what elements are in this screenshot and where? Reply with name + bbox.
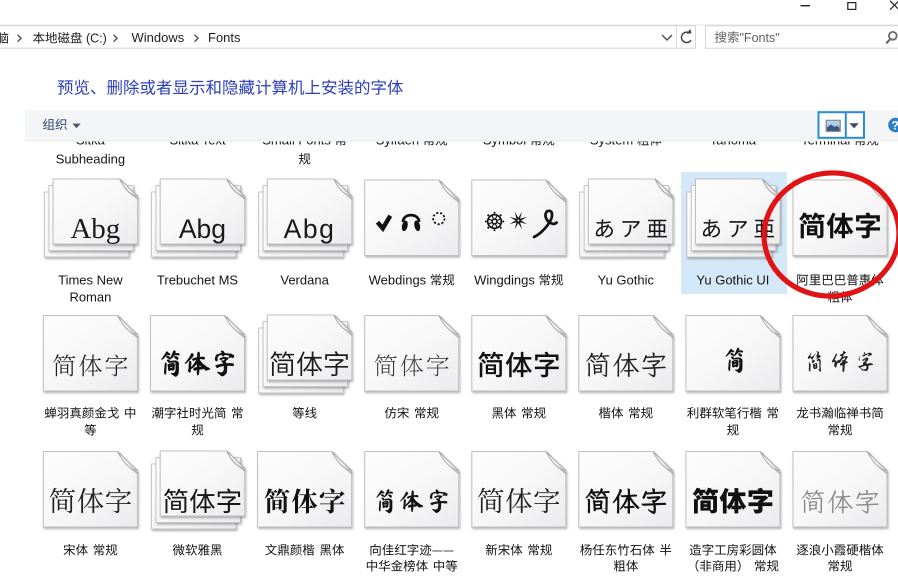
svg-text:Windows: Windows [132,30,185,45]
svg-text:Abg: Abg [284,214,336,244]
svg-text:"Fonts": "Fonts" [740,31,780,45]
svg-text:Yu Gothic UI: Yu Gothic UI [696,273,769,288]
svg-text:Subheading: Subheading [56,152,125,167]
svg-text:Fonts: Fonts [208,30,241,45]
svg-text:Wingdings: Wingdings [474,273,535,288]
svg-text:Webdings: Webdings [369,273,427,288]
svg-text:Roman: Roman [69,290,111,305]
svg-text:?: ? [892,119,898,133]
svg-text:Abg: Abg [179,214,226,244]
svg-text:Times New: Times New [58,273,123,288]
svg-text:Yu Gothic: Yu Gothic [598,273,655,288]
svg-text:Abg: Abg [70,213,120,245]
svg-text:Verdana: Verdana [280,273,329,288]
svg-text:Trebuchet MS: Trebuchet MS [157,273,238,288]
svg-text:(C:): (C:) [86,32,107,46]
